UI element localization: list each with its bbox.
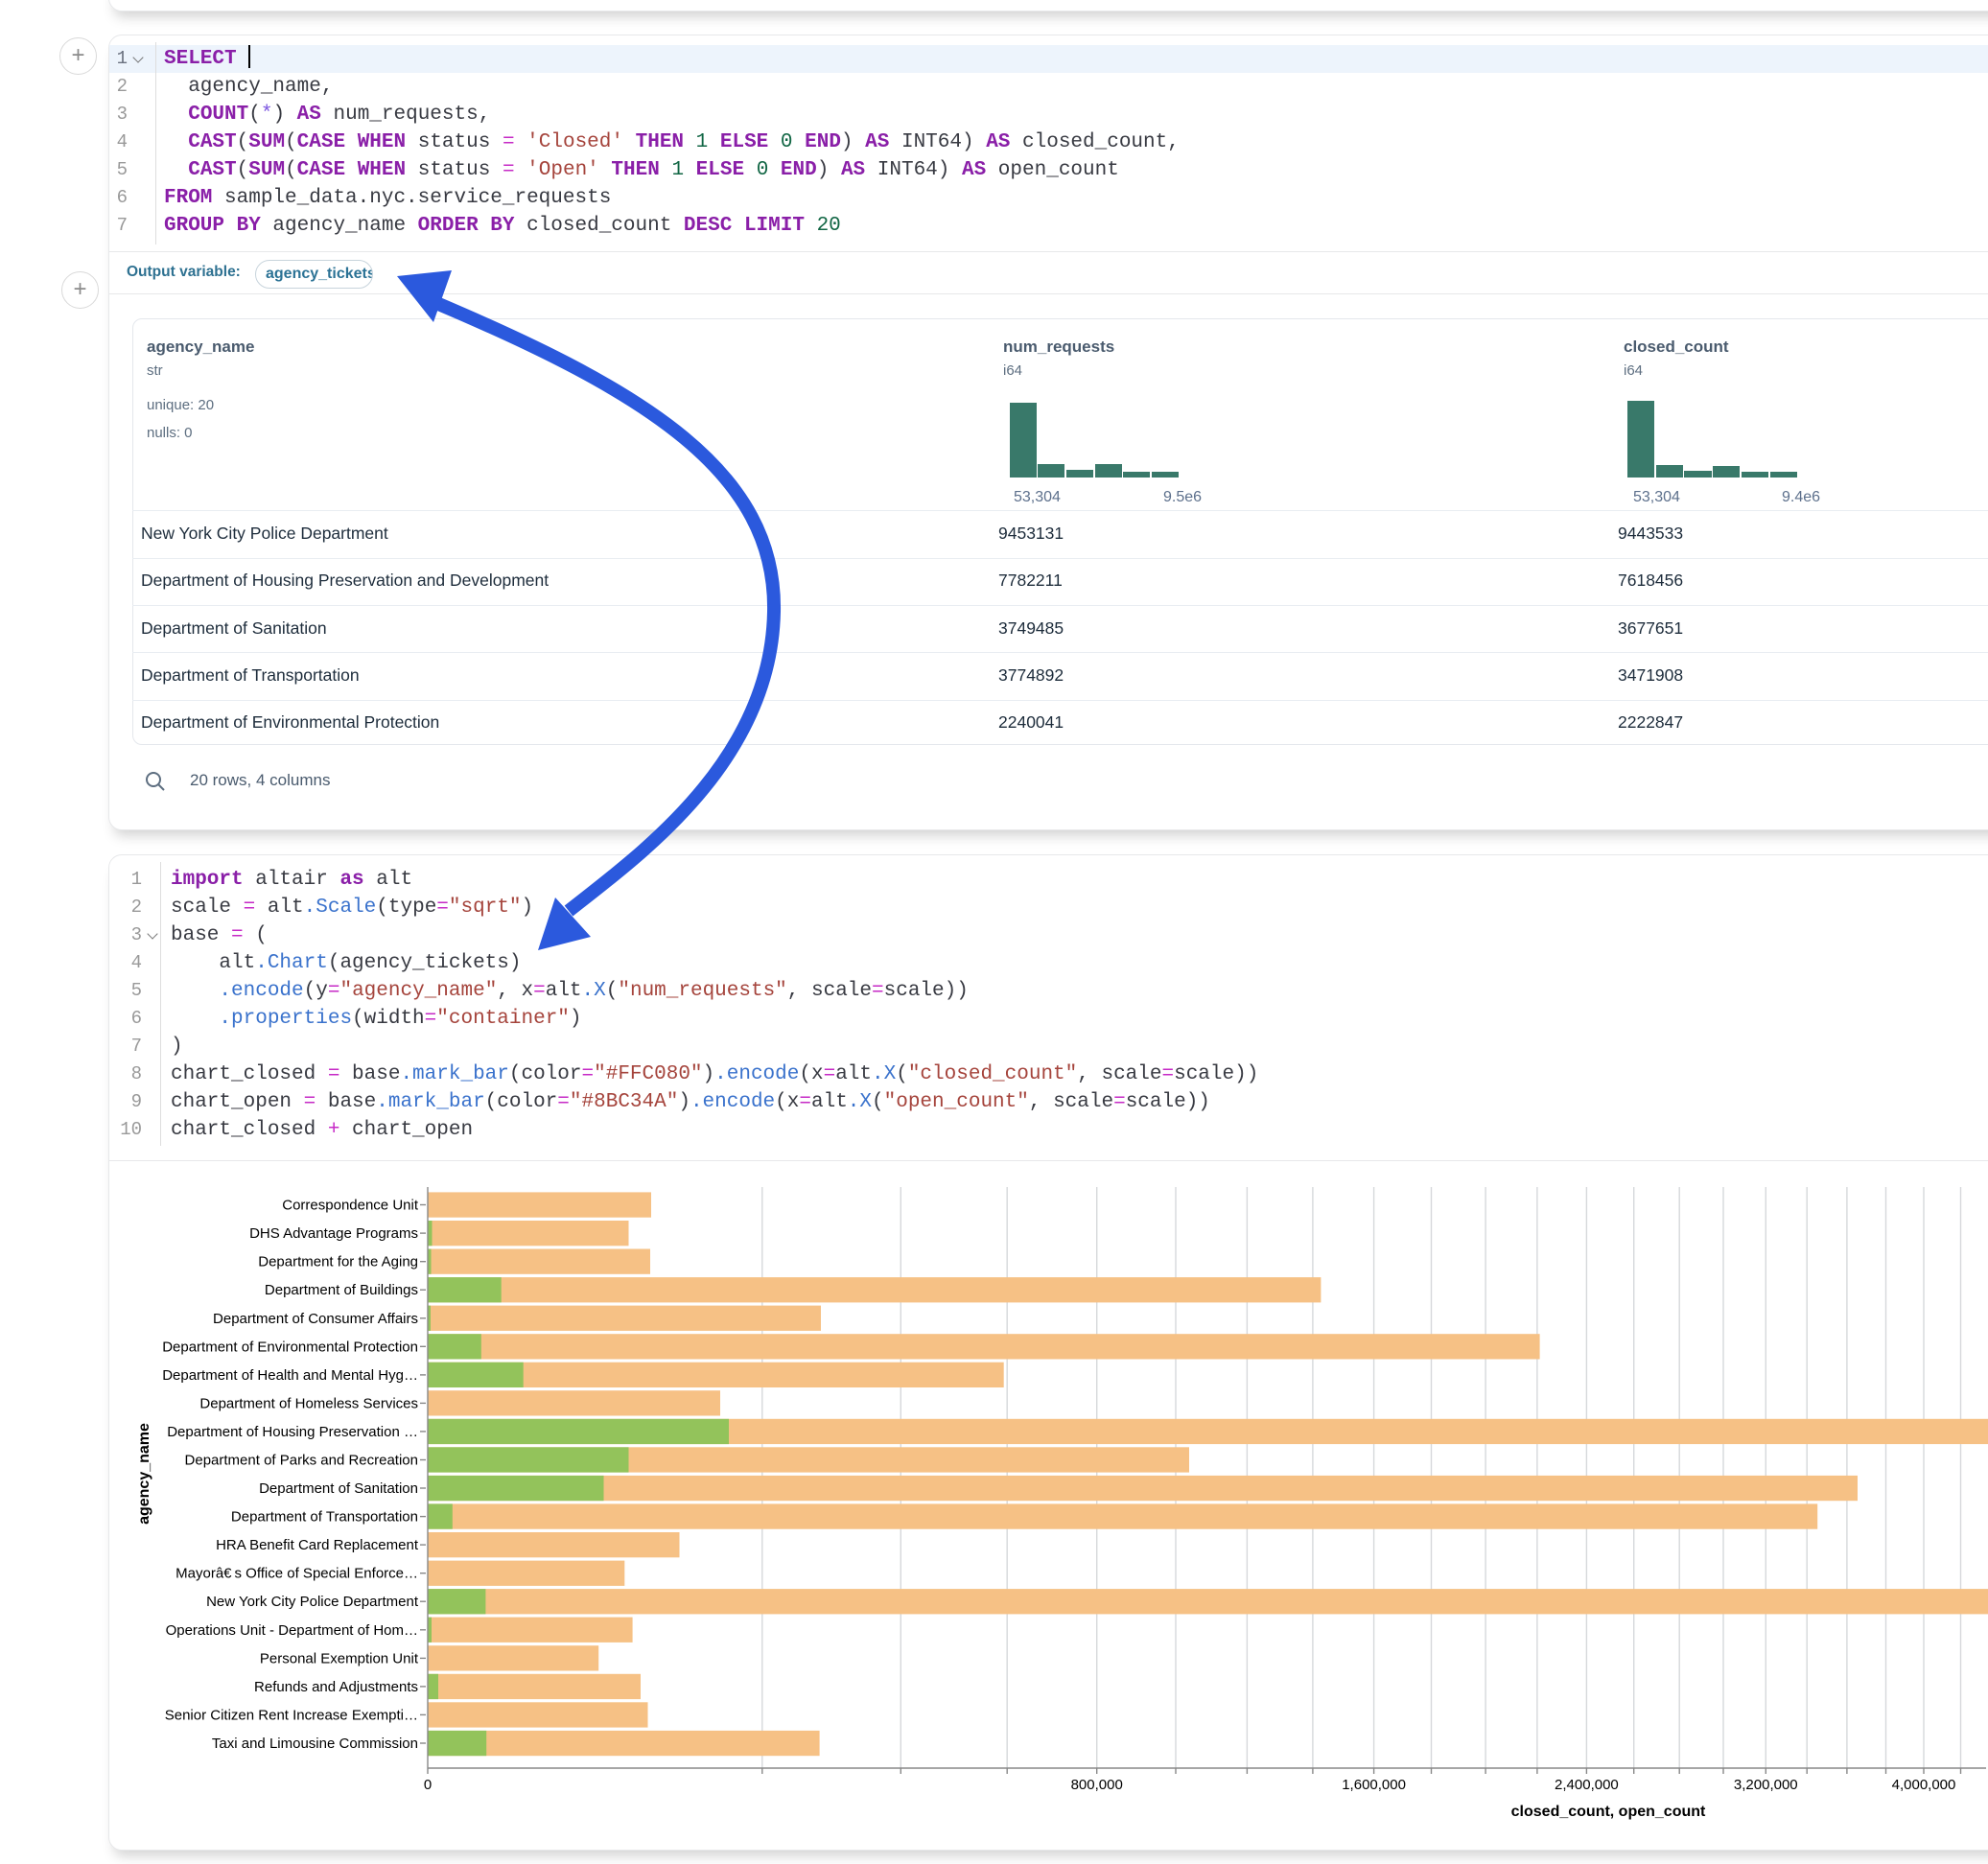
svg-text:Department of Consumer Affairs: Department of Consumer Affairs	[213, 1311, 418, 1327]
svg-text:Department of Health and Menta: Department of Health and Mental Hyg…	[162, 1367, 418, 1384]
svg-text:Department of Parks and Recrea: Department of Parks and Recreation	[185, 1453, 418, 1469]
svg-text:800,000: 800,000	[1071, 1777, 1123, 1793]
svg-text:Mayorâ€ s Office of Special En: Mayorâ€ s Office of Special Enforce…	[175, 1566, 418, 1582]
svg-text:Department of Housing Preserva: Department of Housing Preservation …	[167, 1424, 418, 1440]
svg-text:Department of Environmental Pr: Department of Environmental Protection	[162, 1339, 418, 1355]
svg-text:HRA Benefit Card Replacement: HRA Benefit Card Replacement	[216, 1537, 419, 1553]
svg-text:Department for the Aging: Department for the Aging	[258, 1254, 418, 1270]
svg-text:0: 0	[424, 1777, 432, 1793]
svg-text:Department of Transportation: Department of Transportation	[231, 1509, 418, 1526]
svg-text:Taxi and Limousine Commission: Taxi and Limousine Commission	[212, 1736, 418, 1752]
svg-text:1,600,000: 1,600,000	[1342, 1777, 1406, 1793]
svg-text:Senior Citizen Rent Increase E: Senior Citizen Rent Increase Exempti…	[165, 1707, 418, 1723]
svg-text:Personal Exemption Unit: Personal Exemption Unit	[260, 1650, 419, 1666]
svg-text:Correspondence Unit: Correspondence Unit	[282, 1198, 419, 1214]
svg-text:Refunds and Adjustments: Refunds and Adjustments	[254, 1679, 418, 1695]
svg-text:agency_name: agency_name	[136, 1423, 152, 1525]
svg-text:4,000,000: 4,000,000	[1892, 1777, 1956, 1793]
svg-text:Department of Buildings: Department of Buildings	[265, 1282, 418, 1298]
svg-text:DHS Advantage Programs: DHS Advantage Programs	[249, 1225, 418, 1242]
svg-text:New York City Police Departmen: New York City Police Department	[206, 1594, 419, 1610]
svg-text:Department of Homeless Service: Department of Homeless Services	[199, 1395, 418, 1411]
svg-text:Operations Unit - Department o: Operations Unit - Department of Hom…	[166, 1622, 418, 1639]
svg-text:closed_count, open_count: closed_count, open_count	[1511, 1804, 1706, 1820]
svg-text:2,400,000: 2,400,000	[1555, 1777, 1619, 1793]
svg-text:Department of Sanitation: Department of Sanitation	[259, 1480, 418, 1497]
svg-text:3,200,000: 3,200,000	[1734, 1777, 1798, 1793]
